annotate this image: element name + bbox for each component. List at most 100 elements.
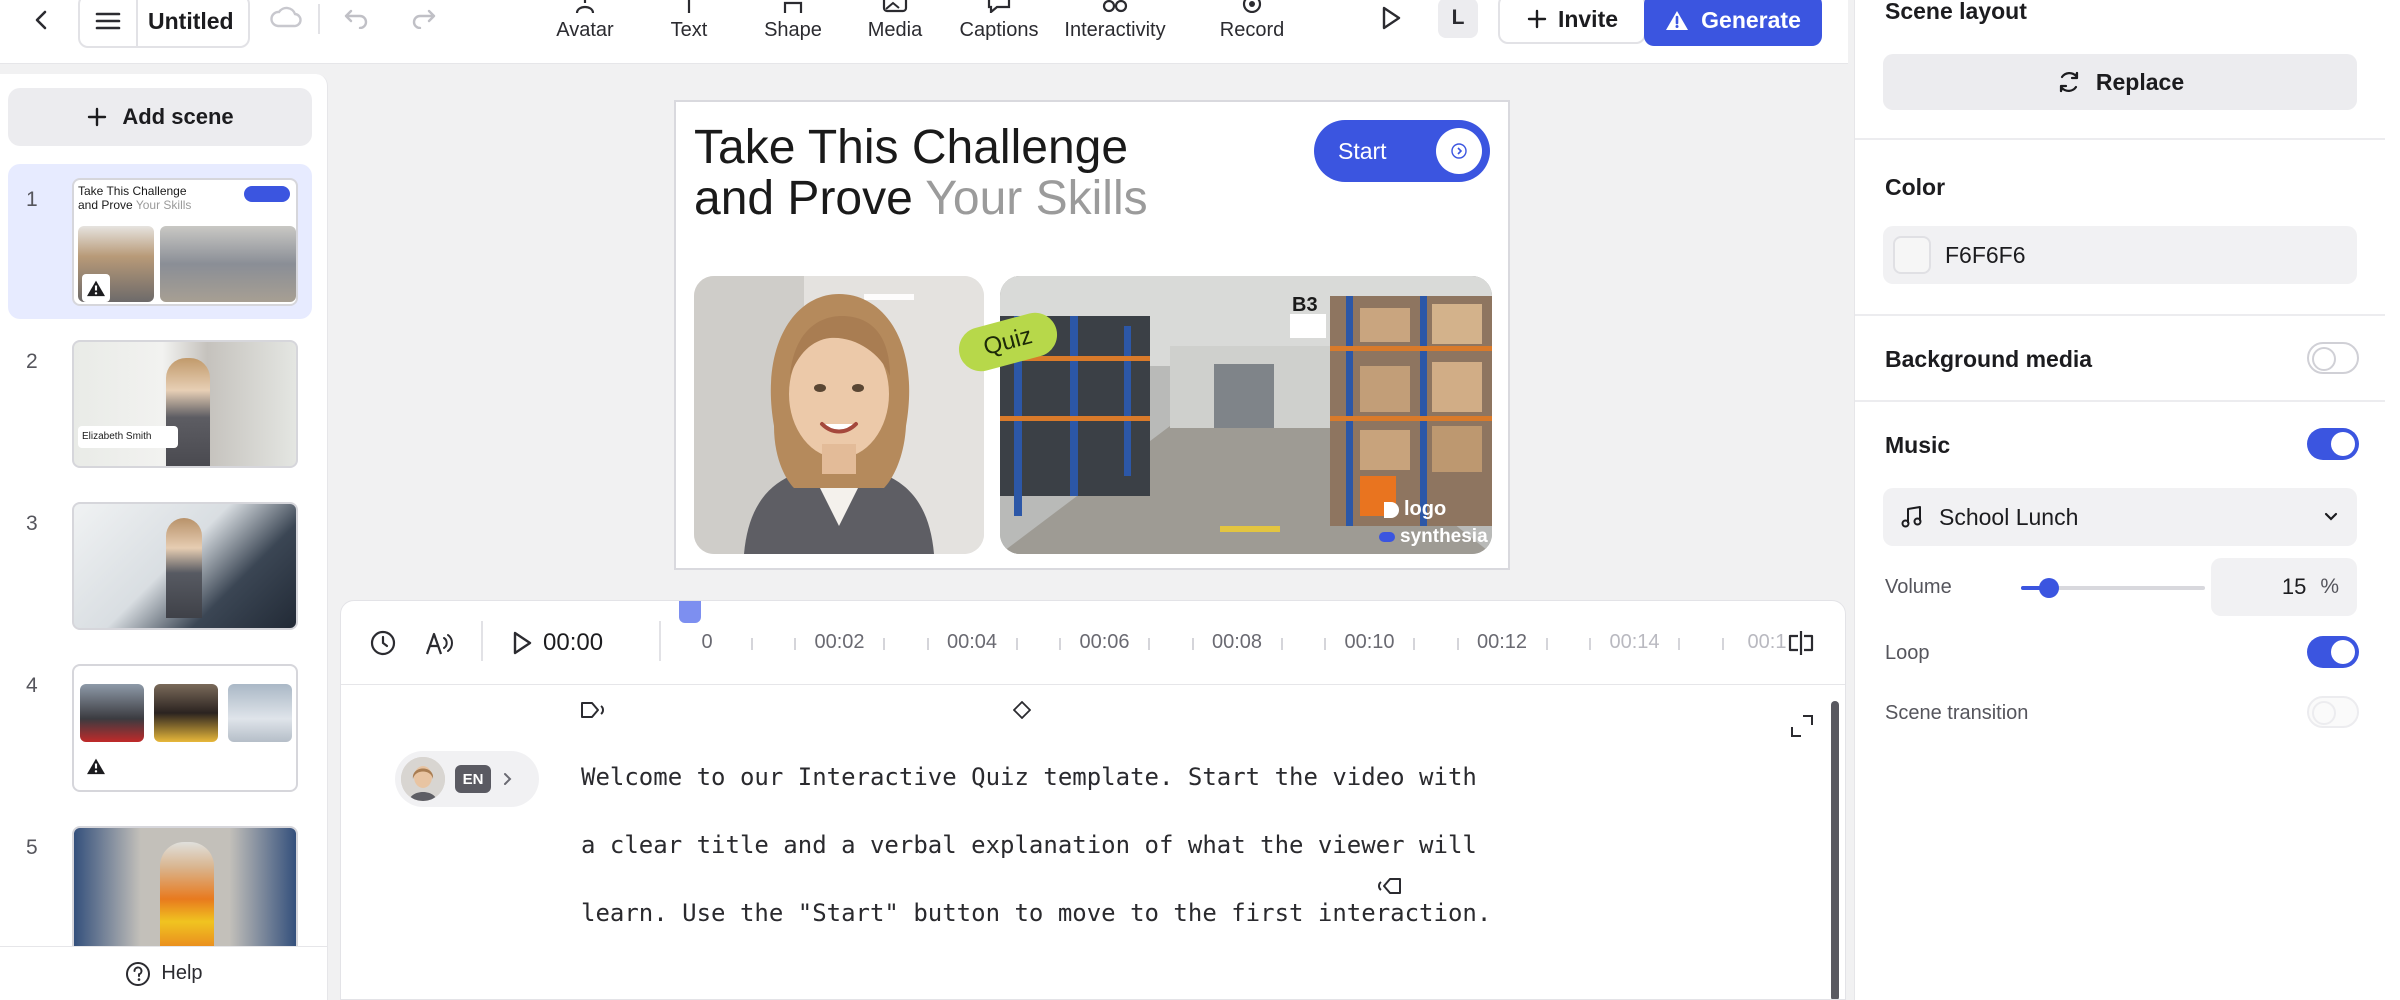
scene-number: 4	[26, 674, 38, 697]
undo-icon	[344, 9, 368, 29]
scene-thumbnail: Elizabeth Smith	[72, 340, 298, 468]
scene-item-5[interactable]: 5	[8, 812, 312, 967]
tool-interactivity[interactable]: Interactivity	[1060, 0, 1170, 54]
timeline-divider	[481, 621, 483, 661]
timeline-minor-tick	[926, 638, 929, 650]
diamond-marker-icon[interactable]	[1007, 695, 1037, 725]
canvas-title-line2a: and Prove	[694, 172, 913, 225]
warehouse-photo[interactable]: B3 logo synthesia	[1000, 276, 1492, 554]
thumb-title-line2b: Your Skills	[135, 198, 192, 212]
quiz-label: Quiz	[980, 322, 1036, 361]
scene-item-4[interactable]: 4	[8, 650, 312, 805]
logo-icon	[1384, 501, 1399, 518]
clock-icon	[370, 630, 396, 656]
replace-label: Replace	[2095, 68, 2185, 95]
add-scene-button[interactable]: Add scene	[8, 88, 312, 146]
timeline-minor-tick	[1589, 638, 1592, 650]
avatar-language-chip[interactable]: EN	[395, 751, 539, 807]
voice-icon	[425, 632, 453, 655]
back-button[interactable]	[22, 0, 62, 40]
script-text[interactable]: Welcome to our Interactive Quiz template…	[581, 743, 1601, 947]
tool-shape[interactable]: Shape	[738, 0, 848, 54]
tool-record[interactable]: Record	[1197, 0, 1307, 54]
timeline-minor-tick	[1721, 638, 1724, 650]
canvas-start-button[interactable]: Start	[1314, 120, 1490, 182]
music-track-select[interactable]: School Lunch	[1883, 488, 2357, 546]
undo-button[interactable]	[336, 0, 376, 36]
expand-icon[interactable]	[1787, 711, 1817, 741]
timeline-tick-label: 00:08	[1211, 631, 1263, 653]
toggle-knob	[2331, 432, 2355, 456]
record-icon	[1238, 0, 1266, 13]
tool-text[interactable]: Text	[634, 0, 744, 54]
script-editor[interactable]: EN Welcome to our Interactive Quiz templ…	[341, 685, 1845, 999]
voice-marker-icon[interactable]	[577, 693, 611, 727]
avatar-icon	[571, 0, 599, 13]
script-line: a clear title and a verbal explanation o…	[581, 831, 1477, 859]
thumb-warehouse-image	[160, 226, 296, 302]
thumb-image-1	[80, 684, 144, 742]
timeline-minor-tick	[1280, 638, 1283, 650]
timeline-ruler[interactable]: 0 00:02 00:04 00:06 00:08 00:10 00:12 00:14 00:1	[661, 601, 1786, 685]
thumb-person-image	[166, 358, 210, 466]
timeline-minor-tick	[1191, 638, 1194, 650]
generate-button[interactable]: Generate	[1644, 0, 1822, 46]
background-media-toggle[interactable]	[2307, 342, 2359, 374]
script-line: learn. Use the "Start" button to move to…	[581, 899, 1492, 927]
thumb-image-3	[228, 684, 292, 742]
canvas-title[interactable]: Take This Challenge and Prove Your Skill…	[694, 122, 1148, 224]
scene-item-2[interactable]: 2 Elizabeth Smith	[8, 326, 312, 481]
toggle-knob	[2312, 701, 2336, 725]
properties-panel: Scene layout Replace Color F6F6F6 Backgr…	[1854, 0, 2400, 1000]
script-scrollbar-thumb[interactable]	[1831, 701, 1839, 999]
main-menu-button[interactable]	[80, 0, 138, 46]
section-divider	[1855, 314, 2385, 316]
timeline-minor-tick	[1545, 638, 1548, 650]
tool-avatar[interactable]: Avatar	[530, 0, 640, 54]
tool-record-label: Record	[1219, 19, 1285, 41]
plus-icon	[1527, 9, 1547, 29]
redo-button[interactable]	[404, 0, 444, 36]
play-icon	[1382, 6, 1401, 30]
top-toolbar: Untitled Avatar Text Shape Media Caption…	[0, 0, 1848, 64]
timing-button[interactable]	[363, 623, 403, 663]
tool-media[interactable]: Media	[840, 0, 950, 54]
scene-canvas[interactable]: Take This Challenge and Prove Your Skill…	[674, 100, 1510, 570]
volume-unit: %	[2320, 575, 2339, 598]
user-avatar[interactable]: L	[1438, 0, 1478, 38]
presenter-photo[interactable]	[694, 276, 984, 554]
scene-item-3[interactable]: 3	[8, 488, 312, 643]
timeline-minor-tick	[1324, 638, 1327, 650]
timeline-minor-tick	[1678, 638, 1681, 650]
invite-button[interactable]: Invite	[1498, 0, 1646, 44]
document-title[interactable]: Untitled	[138, 8, 248, 35]
color-swatch[interactable]	[1893, 236, 1931, 274]
help-icon	[126, 961, 151, 986]
scene-layout-title: Scene layout	[1885, 0, 2027, 24]
warning-icon	[1666, 11, 1689, 30]
thumb-person-image	[166, 518, 202, 618]
thumb-name-tag: Elizabeth Smith	[78, 426, 178, 448]
avatar-thumbnail	[401, 757, 445, 801]
scene-number: 2	[26, 350, 38, 373]
invite-label: Invite	[1557, 5, 1619, 32]
scene-transition-toggle[interactable]	[2307, 696, 2359, 728]
brand-icon	[1379, 532, 1395, 542]
scene-item-1[interactable]: 1 Take This Challenge and Prove Your Ski…	[8, 164, 312, 319]
voice-button[interactable]	[419, 623, 459, 663]
timeline-play-button[interactable]: 00:00	[511, 623, 603, 663]
music-note-icon	[1901, 506, 1922, 528]
help-button[interactable]: Help	[0, 946, 327, 1000]
loop-toggle[interactable]	[2307, 636, 2359, 668]
timeline-minor-tick	[883, 638, 886, 650]
playhead-handle[interactable]	[679, 601, 701, 623]
music-toggle[interactable]	[2307, 428, 2359, 460]
volume-input[interactable]: 15 %	[2211, 558, 2357, 616]
background-color-field[interactable]: F6F6F6	[1883, 226, 2357, 284]
logo-label: logo	[1404, 498, 1447, 520]
replace-layout-button[interactable]: Replace	[1883, 54, 2357, 110]
split-button[interactable]	[1781, 623, 1821, 663]
tool-captions[interactable]: Captions	[944, 0, 1054, 54]
volume-slider-handle[interactable]	[2038, 578, 2059, 598]
preview-play-button[interactable]	[1368, 0, 1414, 38]
